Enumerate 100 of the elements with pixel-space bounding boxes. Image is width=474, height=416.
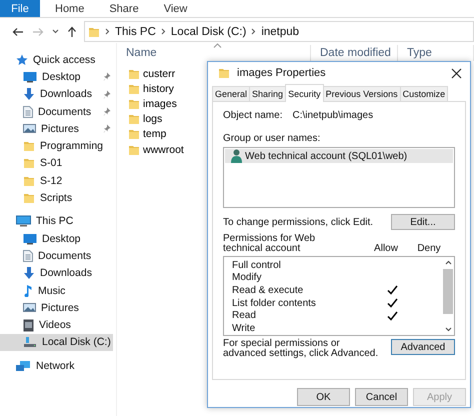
navigation-item[interactable]: Downloads (0, 264, 113, 282)
documents-icon (23, 106, 33, 118)
breadcrumb[interactable]: This PC (115, 26, 156, 38)
navigation-item[interactable]: Network (0, 357, 113, 374)
navigation-item[interactable]: Pictures (0, 299, 113, 316)
videos-icon (23, 318, 34, 332)
user-item[interactable]: Web technical account (SQL01\web) (225, 149, 453, 163)
desktop-icon (23, 232, 37, 245)
back-icon (12, 26, 24, 36)
file-item[interactable]: temp (128, 126, 166, 142)
dialog-title: images Properties (237, 67, 326, 79)
downloads-icon (23, 88, 35, 100)
allow-header: Allow (373, 243, 399, 254)
folder-icon (23, 174, 35, 187)
group-label: Group or user names: (223, 133, 322, 144)
file-item[interactable]: history (128, 81, 174, 96)
dialog-tab[interactable]: Previous Versions (322, 86, 401, 101)
folder-icon (128, 82, 140, 95)
up-arrow-icon (67, 26, 77, 38)
ribbon-tab[interactable]: Home (45, 0, 94, 17)
star-icon (16, 54, 28, 66)
close-icon (451, 68, 462, 78)
folder-icon (128, 113, 140, 126)
desktop-icon (23, 70, 37, 83)
file-item[interactable]: wwwroot (128, 142, 184, 158)
folder-icon (128, 128, 140, 140)
folder-icon (218, 67, 230, 79)
navigation-item[interactable]: Videos (0, 316, 113, 334)
folder-icon (128, 98, 140, 110)
dialog-tab[interactable]: Security (285, 84, 324, 102)
file-item[interactable]: custerr (128, 66, 176, 82)
pictures-icon (23, 302, 36, 314)
file-item[interactable]: images (128, 96, 177, 112)
permission-name: Modify (232, 272, 262, 284)
permission-name: Read & execute (232, 284, 304, 296)
documents-icon (23, 250, 33, 262)
pin-icon (103, 90, 111, 99)
navigation-item[interactable]: Programming (0, 137, 113, 155)
close-button[interactable] (449, 66, 464, 80)
navigation-item[interactable]: Documents (0, 247, 113, 265)
dialog-button[interactable]: OK (297, 388, 350, 406)
folder-icon (128, 68, 140, 80)
dialog-tab[interactable]: Customize (400, 86, 448, 101)
folder-icon (128, 144, 140, 156)
user-icon (231, 149, 242, 163)
pin-icon (103, 124, 111, 134)
object-name-value: C:\inetpub\images (292, 110, 374, 121)
pin-icon (103, 72, 111, 82)
dialog-tab[interactable]: Sharing (249, 86, 286, 101)
file-tab[interactable]: File (0, 0, 40, 17)
ribbon-tab[interactable]: Share (99, 0, 149, 17)
navigation-item[interactable]: Desktop (0, 68, 113, 86)
navigation-item[interactable]: This PC (0, 212, 113, 230)
deny-header: Deny (416, 243, 442, 254)
sort-icon (213, 43, 222, 48)
chevron-icon (160, 28, 166, 35)
caret-icon (52, 29, 59, 34)
folder-icon (23, 157, 35, 170)
pin-icon (103, 107, 111, 116)
drive-icon (23, 336, 37, 348)
folder-icon (23, 140, 35, 152)
ribbon-tab[interactable]: View (154, 0, 198, 17)
permission-name: Full control (232, 260, 282, 271)
navigation-item[interactable]: Local Disk (C:) (0, 334, 113, 352)
pictures-icon (23, 123, 36, 134)
breadcrumb[interactable]: Local Disk (C:) (170, 26, 246, 38)
computer-icon (16, 215, 31, 228)
music-icon (23, 284, 33, 297)
special-note: For special permissions or advanced settings, click Advanced. (223, 339, 380, 359)
folder-icon (23, 192, 35, 204)
navigation-item[interactable]: S-12 (0, 172, 113, 190)
navigation-item[interactable]: S-01 (0, 154, 113, 172)
chevron-icon (105, 28, 110, 35)
advanced-button[interactable]: Advanced (391, 339, 455, 355)
navigation-item[interactable]: Scripts (0, 189, 113, 207)
chevron-icon (251, 28, 256, 35)
scroll-down-icon (445, 327, 452, 332)
navigation-item[interactable]: Music (0, 282, 113, 300)
scroll-up-icon (445, 260, 452, 265)
address-bar[interactable]: This PC Local Disk (C:) inetpub (84, 21, 474, 42)
permissions-label: Permissions for Web technical account (223, 234, 316, 254)
change-note: To change permissions, click Edit. (223, 216, 374, 228)
forward-icon (32, 26, 44, 36)
downloads-icon (23, 267, 35, 280)
navigation-item[interactable]: Documents (0, 102, 113, 120)
permission-name: List folder contents (232, 298, 317, 309)
file-item[interactable]: logs (128, 112, 162, 127)
permission-name: Read (232, 310, 257, 322)
navigation-item[interactable]: Quick access (0, 51, 113, 68)
navigation-item[interactable]: Desktop (0, 230, 113, 248)
folder-icon (88, 26, 100, 38)
navigation-item[interactable]: Downloads (0, 86, 113, 103)
network-icon (16, 360, 31, 372)
user-list[interactable]: Web technical account (SQL01\web) (223, 147, 455, 208)
dialog-tab[interactable]: General (212, 86, 250, 101)
breadcrumb[interactable]: inetpub (261, 26, 300, 38)
navigation-item[interactable]: Pictures (0, 120, 113, 138)
permission-name: Write (232, 322, 256, 334)
edit-button[interactable]: Edit... (391, 214, 455, 230)
dialog-button[interactable]: Cancel (355, 388, 408, 406)
